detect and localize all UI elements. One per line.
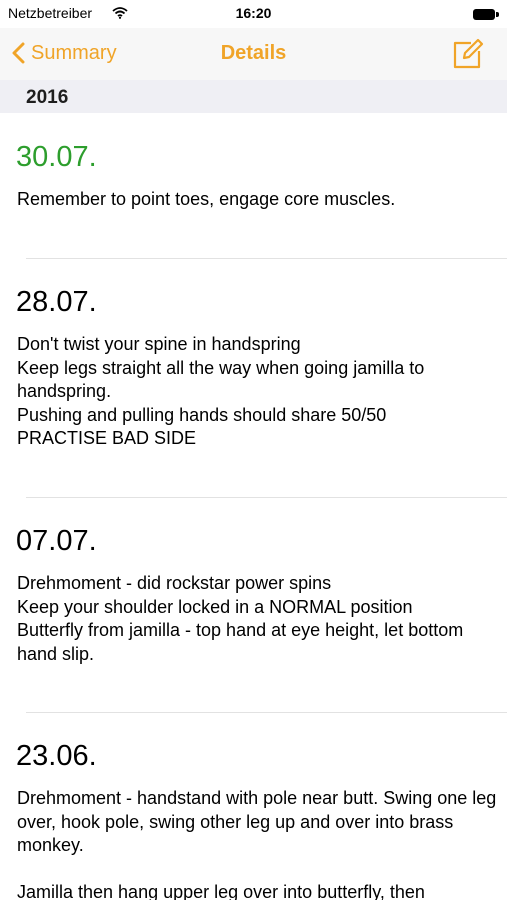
entry-text: Don't twist your spine in handspring Kee… (17, 334, 425, 448)
entry-text: Drehmoment - handstand with pole near bu… (17, 788, 497, 900)
back-button[interactable]: Summary (12, 38, 117, 68)
section-year: 2016 (26, 87, 69, 108)
note-entry[interactable]: 28.07. Don't twist your spine in handspr… (0, 259, 507, 497)
chevron-left-icon (12, 42, 25, 64)
entry-text: Drehmoment - did rockstar power spins Ke… (17, 573, 464, 664)
compose-icon (453, 38, 484, 69)
entry-date: 30.07. (16, 141, 97, 173)
note-entry[interactable]: 30.07. Remember to point toes, engage co… (0, 113, 507, 258)
entry-date: 28.07. (16, 286, 97, 318)
entry-text: Remember to point toes, engage core musc… (17, 189, 396, 209)
note-entry[interactable]: 23.06. Drehmoment - handstand with pole … (0, 713, 507, 900)
battery-icon (473, 9, 499, 20)
back-label: Summary (31, 41, 117, 64)
entry-date: 07.07. (16, 525, 97, 557)
compose-button[interactable] (451, 37, 485, 71)
status-bar: Netzbetreiber 16:20 (0, 0, 507, 28)
section-header: 2016 (0, 80, 507, 113)
entry-date: 23.06. (16, 740, 97, 772)
status-time: 16:20 (235, 5, 272, 21)
navigation-bar: Summary Details (0, 28, 507, 81)
note-entry[interactable]: 07.07. Drehmoment - did rockstar power s… (0, 498, 507, 712)
